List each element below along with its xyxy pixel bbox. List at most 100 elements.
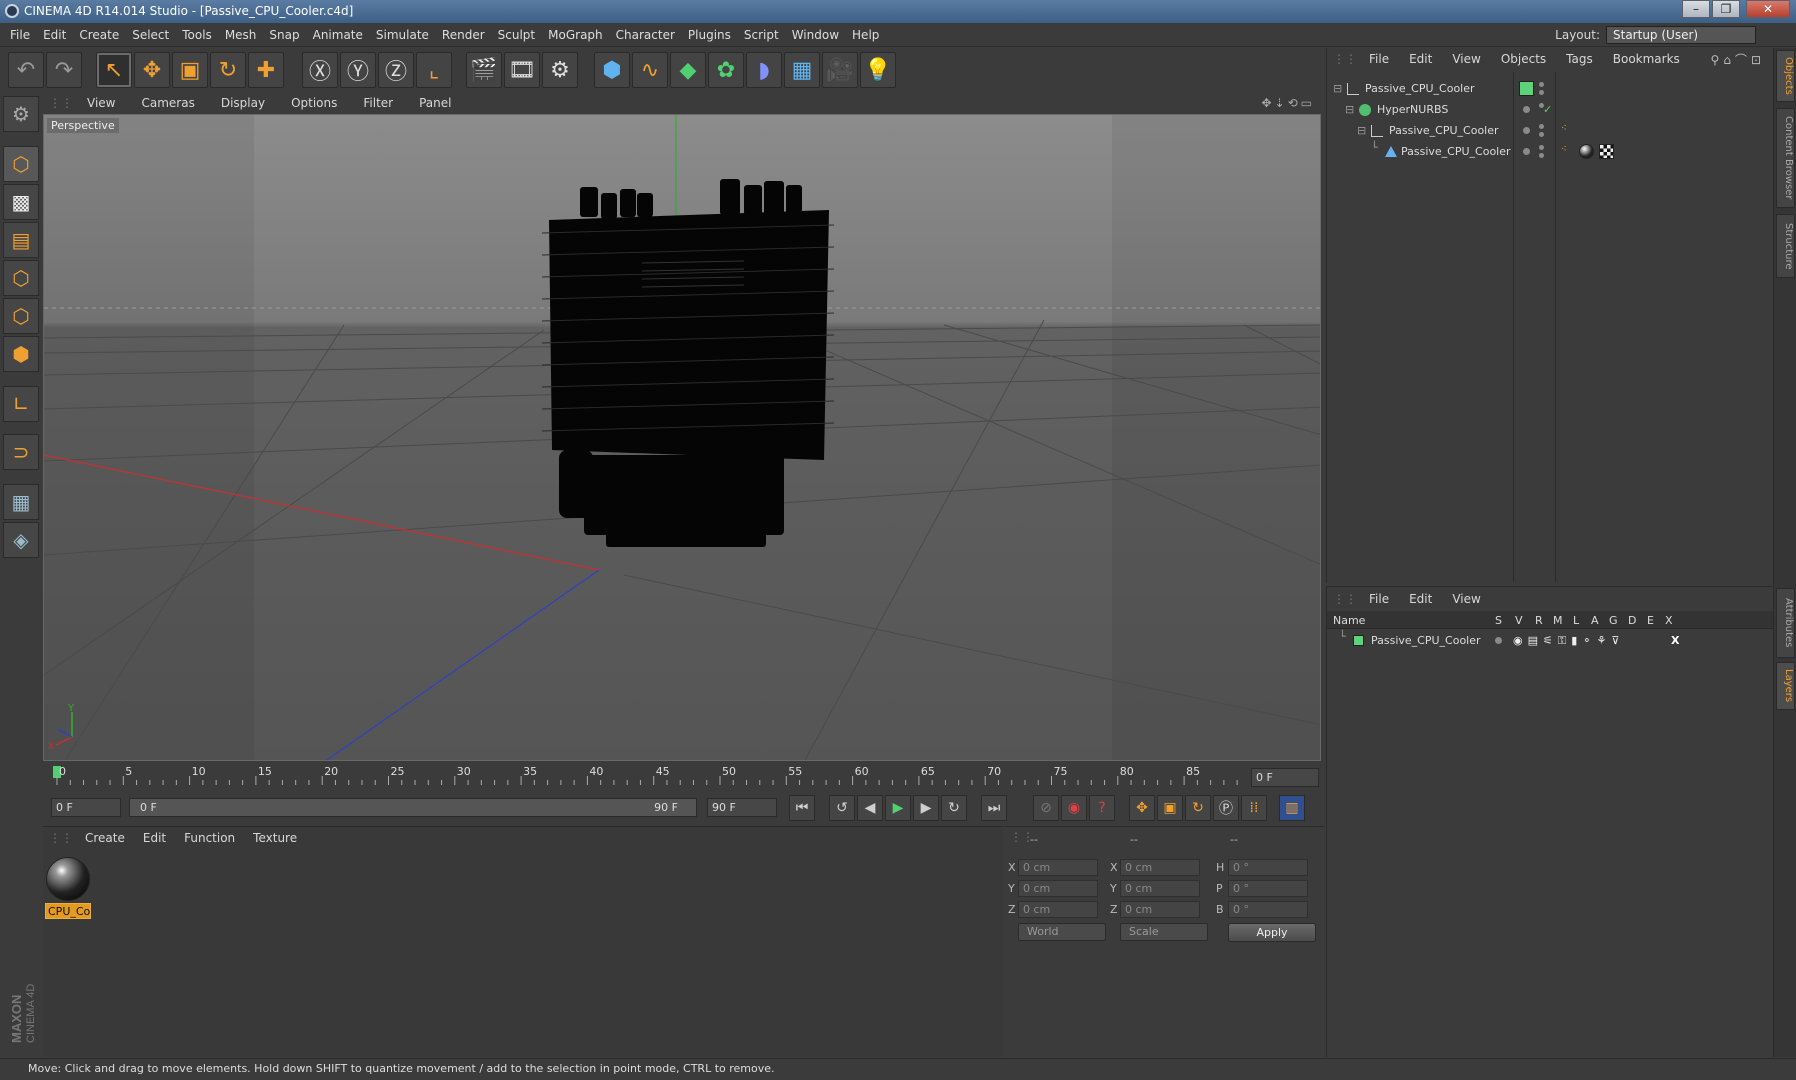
close-button[interactable]: ✕: [1746, 0, 1790, 18]
layer-col-animation[interactable]: A: [1591, 614, 1599, 627]
layer-col-expressions[interactable]: E: [1647, 614, 1654, 627]
move-icon[interactable]: ✥: [134, 52, 170, 88]
make-editable-icon[interactable]: ⚙: [3, 96, 39, 132]
go-to-end-icon[interactable]: ⏭: [981, 795, 1007, 821]
collapse-icon[interactable]: ⊟: [1345, 99, 1354, 120]
redo-icon[interactable]: ↷: [46, 52, 82, 88]
menu-help[interactable]: Help: [852, 28, 879, 42]
tab-layers[interactable]: Layers: [1776, 662, 1795, 710]
camera-icon[interactable]: 🎥: [822, 52, 858, 88]
autokey-icon[interactable]: ◉: [1061, 795, 1087, 821]
menu-script[interactable]: Script: [744, 28, 779, 42]
minimize-button[interactable]: –: [1682, 0, 1710, 18]
viewport-menu-panel[interactable]: Panel: [419, 96, 451, 110]
material-tag-icon[interactable]: [1579, 144, 1594, 159]
preview-range-slider[interactable]: 0 F 90 F: [129, 798, 697, 817]
points-mode-icon[interactable]: ⬡: [3, 260, 39, 296]
subdivision-surface-icon[interactable]: ◆: [670, 52, 706, 88]
layer-col-name[interactable]: Name: [1333, 614, 1365, 627]
layer-color-swatch[interactable]: [1519, 81, 1534, 96]
visibility-dot[interactable]: [1523, 106, 1530, 113]
menu-edit[interactable]: Edit: [43, 28, 66, 42]
menu-sculpt[interactable]: Sculpt: [498, 28, 535, 42]
layer-col-generators[interactable]: G: [1609, 614, 1618, 627]
z-axis-lock-icon[interactable]: Ⓩ: [378, 52, 414, 88]
next-frame-icon[interactable]: ▶: [913, 795, 939, 821]
max-time-field[interactable]: 90 F: [707, 798, 777, 817]
min-time-field[interactable]: 0 F: [51, 798, 121, 817]
viewport-menu-cameras[interactable]: Cameras: [141, 96, 194, 110]
material-menu-texture[interactable]: Texture: [253, 831, 297, 845]
layer-row[interactable]: └ Passive_CPU_Cooler ◉▤⚟⚿▮⚬⚘⊽ X: [1327, 630, 1773, 651]
editor-visibility-dot[interactable]: [1539, 145, 1544, 150]
cpu-cooler-model[interactable]: [549, 179, 829, 547]
viewport-menu-options[interactable]: Options: [291, 96, 337, 110]
menu-mograph[interactable]: MoGraph: [548, 28, 603, 42]
layer-name[interactable]: Passive_CPU_Cooler: [1371, 630, 1481, 651]
planar-workplane-icon[interactable]: ◈: [3, 522, 39, 558]
visibility-dot[interactable]: [1523, 148, 1530, 155]
pos-y-field[interactable]: 0 cm: [1018, 880, 1098, 897]
layer-col-view[interactable]: V: [1515, 614, 1523, 627]
uvw-tag-icon[interactable]: [1599, 144, 1614, 159]
tab-attributes[interactable]: Attributes: [1776, 588, 1795, 658]
layer-col-manager[interactable]: M: [1553, 614, 1563, 627]
cube-object-icon[interactable]: ⬢: [594, 52, 630, 88]
size-z-field[interactable]: 0 cm: [1120, 901, 1200, 918]
layers-menu-edit[interactable]: Edit: [1409, 592, 1432, 606]
object-row-hypernurbs[interactable]: ⊟ HyperNURBS ✓: [1327, 99, 1773, 120]
object-row-root[interactable]: ⊟ Passive_CPU_Cooler: [1327, 78, 1773, 99]
menu-render[interactable]: Render: [442, 28, 485, 42]
render-visibility-dot[interactable]: [1539, 153, 1544, 158]
viewport-menu-display[interactable]: Display: [221, 96, 265, 110]
coordinate-system-icon[interactable]: ⌞: [416, 52, 452, 88]
menu-simulate[interactable]: Simulate: [376, 28, 429, 42]
layer-color-swatch[interactable]: [1353, 635, 1364, 646]
texture-mode-icon[interactable]: ▩: [3, 184, 39, 220]
objects-menu-view[interactable]: View: [1452, 52, 1480, 66]
model-mode-icon[interactable]: ⬡: [3, 146, 39, 182]
menu-plugins[interactable]: Plugins: [688, 28, 731, 42]
viewport-camera-label[interactable]: Perspective: [47, 118, 119, 133]
menu-window[interactable]: Window: [792, 28, 839, 42]
tab-content-browser[interactable]: Content Browser: [1776, 108, 1795, 208]
material-menu-function[interactable]: Function: [184, 831, 235, 845]
object-name[interactable]: Passive_CPU_Cooler: [1365, 78, 1475, 99]
layer-col-solo[interactable]: S: [1495, 614, 1502, 627]
previous-key-icon[interactable]: ↺: [829, 795, 855, 821]
menu-create[interactable]: Create: [79, 28, 119, 42]
object-name[interactable]: HyperNURBS: [1377, 99, 1448, 120]
editor-visibility-dot[interactable]: [1539, 82, 1544, 87]
record-keys-icon[interactable]: ⊘: [1033, 795, 1059, 821]
x-axis-lock-icon[interactable]: Ⓧ: [302, 52, 338, 88]
object-name[interactable]: Passive_CPU_Cooler: [1389, 120, 1499, 141]
material-menu-create[interactable]: Create: [85, 831, 125, 845]
deformer-icon[interactable]: ◗: [746, 52, 782, 88]
record-scale-icon[interactable]: ▣: [1157, 795, 1183, 821]
spline-pen-icon[interactable]: ∿: [632, 52, 668, 88]
undo-icon[interactable]: ↶: [8, 52, 44, 88]
objects-menu-file[interactable]: File: [1369, 52, 1389, 66]
record-position-icon[interactable]: ✥: [1129, 795, 1155, 821]
layer-flag-icons[interactable]: ◉▤⚟⚿▮⚬⚘⊽: [1513, 630, 1624, 651]
y-axis-lock-icon[interactable]: Ⓨ: [340, 52, 376, 88]
layers-menu-file[interactable]: File: [1369, 592, 1389, 606]
workplane-icon[interactable]: ▤: [3, 222, 39, 258]
menu-character[interactable]: Character: [616, 28, 675, 42]
layer-col-render[interactable]: R: [1535, 614, 1543, 627]
viewport-menu-view[interactable]: View: [87, 96, 115, 110]
keyframe-selection-icon[interactable]: ?: [1089, 795, 1115, 821]
snap-magnet-icon[interactable]: ⊃: [3, 434, 39, 470]
layers-menu-view[interactable]: View: [1452, 592, 1480, 606]
tab-structure[interactable]: Structure: [1776, 214, 1795, 278]
timeline-ruler[interactable]: 051015202530354045505560657075808590 0 F: [43, 762, 1323, 788]
collapse-icon[interactable]: ⊟: [1357, 120, 1366, 141]
layer-col-deformers[interactable]: D: [1628, 614, 1636, 627]
object-row-group[interactable]: ⊟ Passive_CPU_Cooler ⁖: [1327, 120, 1773, 141]
light-icon[interactable]: 💡: [860, 52, 896, 88]
size-y-field[interactable]: 0 cm: [1120, 880, 1200, 897]
material-name-label[interactable]: CPU_Co: [45, 903, 91, 919]
viewport-menu-filter[interactable]: Filter: [363, 96, 393, 110]
material-menu-edit[interactable]: Edit: [143, 831, 166, 845]
timeline-window-icon[interactable]: ▥: [1279, 795, 1305, 821]
